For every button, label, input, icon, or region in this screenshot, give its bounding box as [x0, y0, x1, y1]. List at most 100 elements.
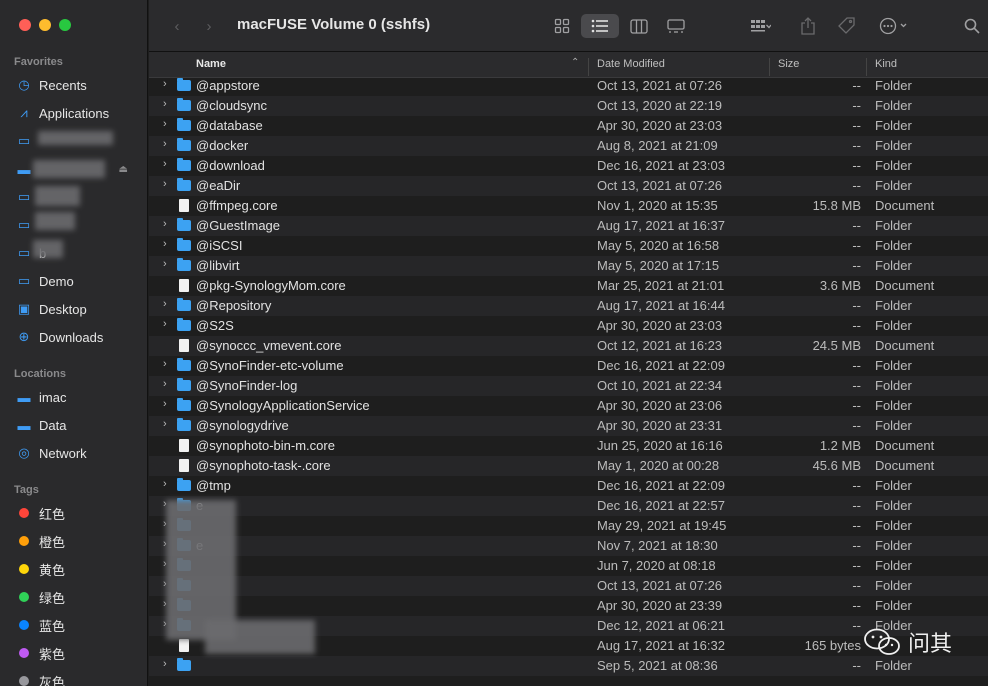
sidebar-item-fav-9[interactable]: ⊕ Downloads [0, 325, 148, 349]
table-row[interactable]: ›eDec 16, 2021 at 22:57--Folder [149, 496, 988, 516]
window-title: macFUSE Volume 0 (sshfs) [237, 16, 431, 33]
sidebar-item-loc-1[interactable]: ▬ Data [0, 413, 148, 437]
sidebar-item-loc-0[interactable]: ▬ imac [0, 385, 148, 409]
sidebar-item-tag-1[interactable]: 橙色 [0, 529, 148, 553]
folder-icon [177, 658, 191, 671]
sidebar-item-fav-1[interactable]: ⩘ Applications [0, 101, 148, 125]
table-row[interactable]: › Sep 5, 2021 at 08:36 -- Folder [149, 656, 988, 676]
disclosure-chevron-icon[interactable]: › [163, 418, 167, 430]
zoom-window-button[interactable] [59, 19, 71, 31]
file-name: @eaDir [196, 178, 241, 193]
table-row[interactable]: › May 29, 2021 at 19:45 -- Folder [149, 516, 988, 536]
table-row[interactable]: › @appstore Oct 13, 2021 at 07:26 -- Folder [149, 78, 988, 96]
file-date-modified: Oct 13, 2021 at 07:26 [597, 178, 723, 193]
disclosure-chevron-icon[interactable]: › [163, 118, 167, 130]
folder-icon [177, 418, 191, 431]
minimize-window-button[interactable] [39, 19, 51, 31]
disclosure-chevron-icon[interactable]: › [163, 98, 167, 110]
disclosure-chevron-icon[interactable]: › [163, 298, 167, 310]
disclosure-chevron-icon[interactable]: › [163, 238, 167, 250]
table-row[interactable]: › @iSCSI May 5, 2020 at 16:58 -- Folder [149, 236, 988, 256]
share-button[interactable] [797, 14, 819, 38]
sidebar-item-tag-5[interactable]: 紫色 [0, 641, 148, 665]
eject-icon[interactable]: ⏏ [119, 164, 128, 175]
disclosure-chevron-icon[interactable]: › [163, 78, 167, 90]
table-row[interactable]: › @database Apr 30, 2020 at 23:03 -- Folder [149, 116, 988, 136]
sidebar-item-fav-7[interactable]: ▭ Demo [0, 269, 148, 293]
table-row[interactable]: ›eNov 7, 2021 at 18:30--Folder [149, 536, 988, 556]
disclosure-chevron-icon[interactable]: › [163, 318, 167, 330]
table-row[interactable]: › Apr 30, 2020 at 23:39 -- Folder [149, 596, 988, 616]
wechat-logo-icon [864, 628, 900, 655]
action-menu-button[interactable] [875, 14, 913, 38]
table-row[interactable]: @ffmpeg.core Nov 1, 2020 at 15:35 15.8 MB D… [149, 196, 988, 216]
folder-icon: ▭ [17, 245, 31, 260]
table-row[interactable]: @pkg-SynologyMom.core Mar 25, 2021 at 21:… [149, 276, 988, 296]
table-row[interactable]: › @tmp Dec 16, 2021 at 22:09 -- Folder [149, 476, 988, 496]
disclosure-chevron-icon[interactable]: › [163, 378, 167, 390]
sidebar-item-tag-4[interactable]: 蓝色 [0, 613, 148, 637]
disclosure-chevron-icon[interactable]: › [163, 358, 167, 370]
file-kind: Folder [875, 138, 912, 153]
icon-view-button[interactable] [547, 14, 577, 38]
file-name: @synoccc_vmevent.core [196, 338, 342, 353]
column-view-button[interactable] [624, 14, 654, 38]
table-row[interactable]: @synoccc_vmevent.core Oct 12, 2021 at 16:… [149, 336, 988, 356]
list-view-button[interactable] [581, 14, 619, 38]
disclosure-chevron-icon[interactable]: › [163, 398, 167, 410]
sidebar-item-fav-8[interactable]: ▣ Desktop [0, 297, 148, 321]
redaction-blur [35, 186, 80, 206]
table-row[interactable]: › @Repository Aug 17, 2021 at 16:44 -- Folde… [149, 296, 988, 316]
table-row[interactable]: › Oct 13, 2021 at 07:26 -- Folder [149, 576, 988, 596]
sidebar-item-tag-3[interactable]: 绿色 [0, 585, 148, 609]
file-date-modified: Aug 17, 2021 at 16:32 [597, 638, 725, 653]
size-column-header[interactable]: Size [778, 58, 799, 70]
disclosure-chevron-icon[interactable]: › [163, 178, 167, 190]
table-row[interactable]: @synophoto-task-.core May 1, 2020 at 00:2… [149, 456, 988, 476]
sidebar-item-tag-2[interactable]: 黄色 [0, 557, 148, 581]
table-row[interactable]: › @synologydrive Apr 30, 2020 at 23:31 -- Fo… [149, 416, 988, 436]
disclosure-chevron-icon[interactable]: › [163, 218, 167, 230]
table-row[interactable]: › @libvirt May 5, 2020 at 17:15 -- Folder [149, 256, 988, 276]
table-row[interactable]: › @S2S Apr 30, 2020 at 23:03 -- Folder [149, 316, 988, 336]
back-button[interactable]: ‹ [169, 14, 185, 38]
name-column-header[interactable]: Name [196, 58, 226, 70]
date-column-header[interactable]: Date Modified [597, 58, 665, 70]
table-row[interactable]: › @SynoFinder-log Oct 10, 2021 at 22:34 -- F… [149, 376, 988, 396]
table-row[interactable]: › Jun 7, 2020 at 08:18 -- Folder [149, 556, 988, 576]
table-row[interactable]: @synophoto-bin-m.core Jun 25, 2020 at 16:… [149, 436, 988, 456]
forward-button[interactable]: › [201, 14, 217, 38]
tag-button[interactable] [835, 14, 859, 38]
kind-column-header[interactable]: Kind [875, 58, 897, 70]
disclosure-chevron-icon[interactable]: › [163, 258, 167, 270]
table-row[interactable]: › @SynologyApplicationService Apr 30, 2020… [149, 396, 988, 416]
sidebar-item-loc-2[interactable]: ◎ Network [0, 441, 148, 465]
disclosure-chevron-icon[interactable]: › [163, 478, 167, 490]
group-grid-icon [751, 20, 771, 32]
sidebar-item-fav-0[interactable]: ◷ Recents [0, 73, 148, 97]
table-row[interactable]: › @download Dec 16, 2021 at 23:03 -- Folder [149, 156, 988, 176]
folder-icon [177, 298, 191, 311]
column-divider[interactable] [588, 58, 589, 76]
close-window-button[interactable] [19, 19, 31, 31]
table-row[interactable]: › @docker Aug 8, 2021 at 21:09 -- Folder [149, 136, 988, 156]
table-row[interactable]: › @SynoFinder-etc-volume Dec 16, 2021 at 2… [149, 356, 988, 376]
disclosure-chevron-icon[interactable]: › [163, 658, 167, 670]
table-row[interactable]: › @eaDir Oct 13, 2021 at 07:26 -- Folder [149, 176, 988, 196]
table-row[interactable]: › @GuestImage Aug 17, 2021 at 16:37 -- Folde… [149, 216, 988, 236]
column-divider[interactable] [769, 58, 770, 76]
gallery-view-button[interactable] [661, 14, 691, 38]
sidebar-item-fav-6[interactable]: ▭b [0, 241, 148, 265]
table-row[interactable]: › @cloudsync Oct 13, 2020 at 22:19 -- Folder [149, 96, 988, 116]
column-divider[interactable] [866, 58, 867, 76]
file-name: @SynologyApplicationService [196, 398, 370, 413]
group-button[interactable] [741, 14, 781, 38]
file-kind: Folder [875, 418, 912, 433]
sidebar-item-tag-6[interactable]: 灰色 [0, 669, 148, 686]
disclosure-chevron-icon[interactable]: › [163, 158, 167, 170]
sidebar-item-tag-0[interactable]: 红色 [0, 501, 148, 525]
search-button[interactable] [961, 14, 983, 38]
disclosure-chevron-icon[interactable]: › [163, 138, 167, 150]
file-name: @database [196, 118, 263, 133]
file-name: @libvirt [196, 258, 240, 273]
